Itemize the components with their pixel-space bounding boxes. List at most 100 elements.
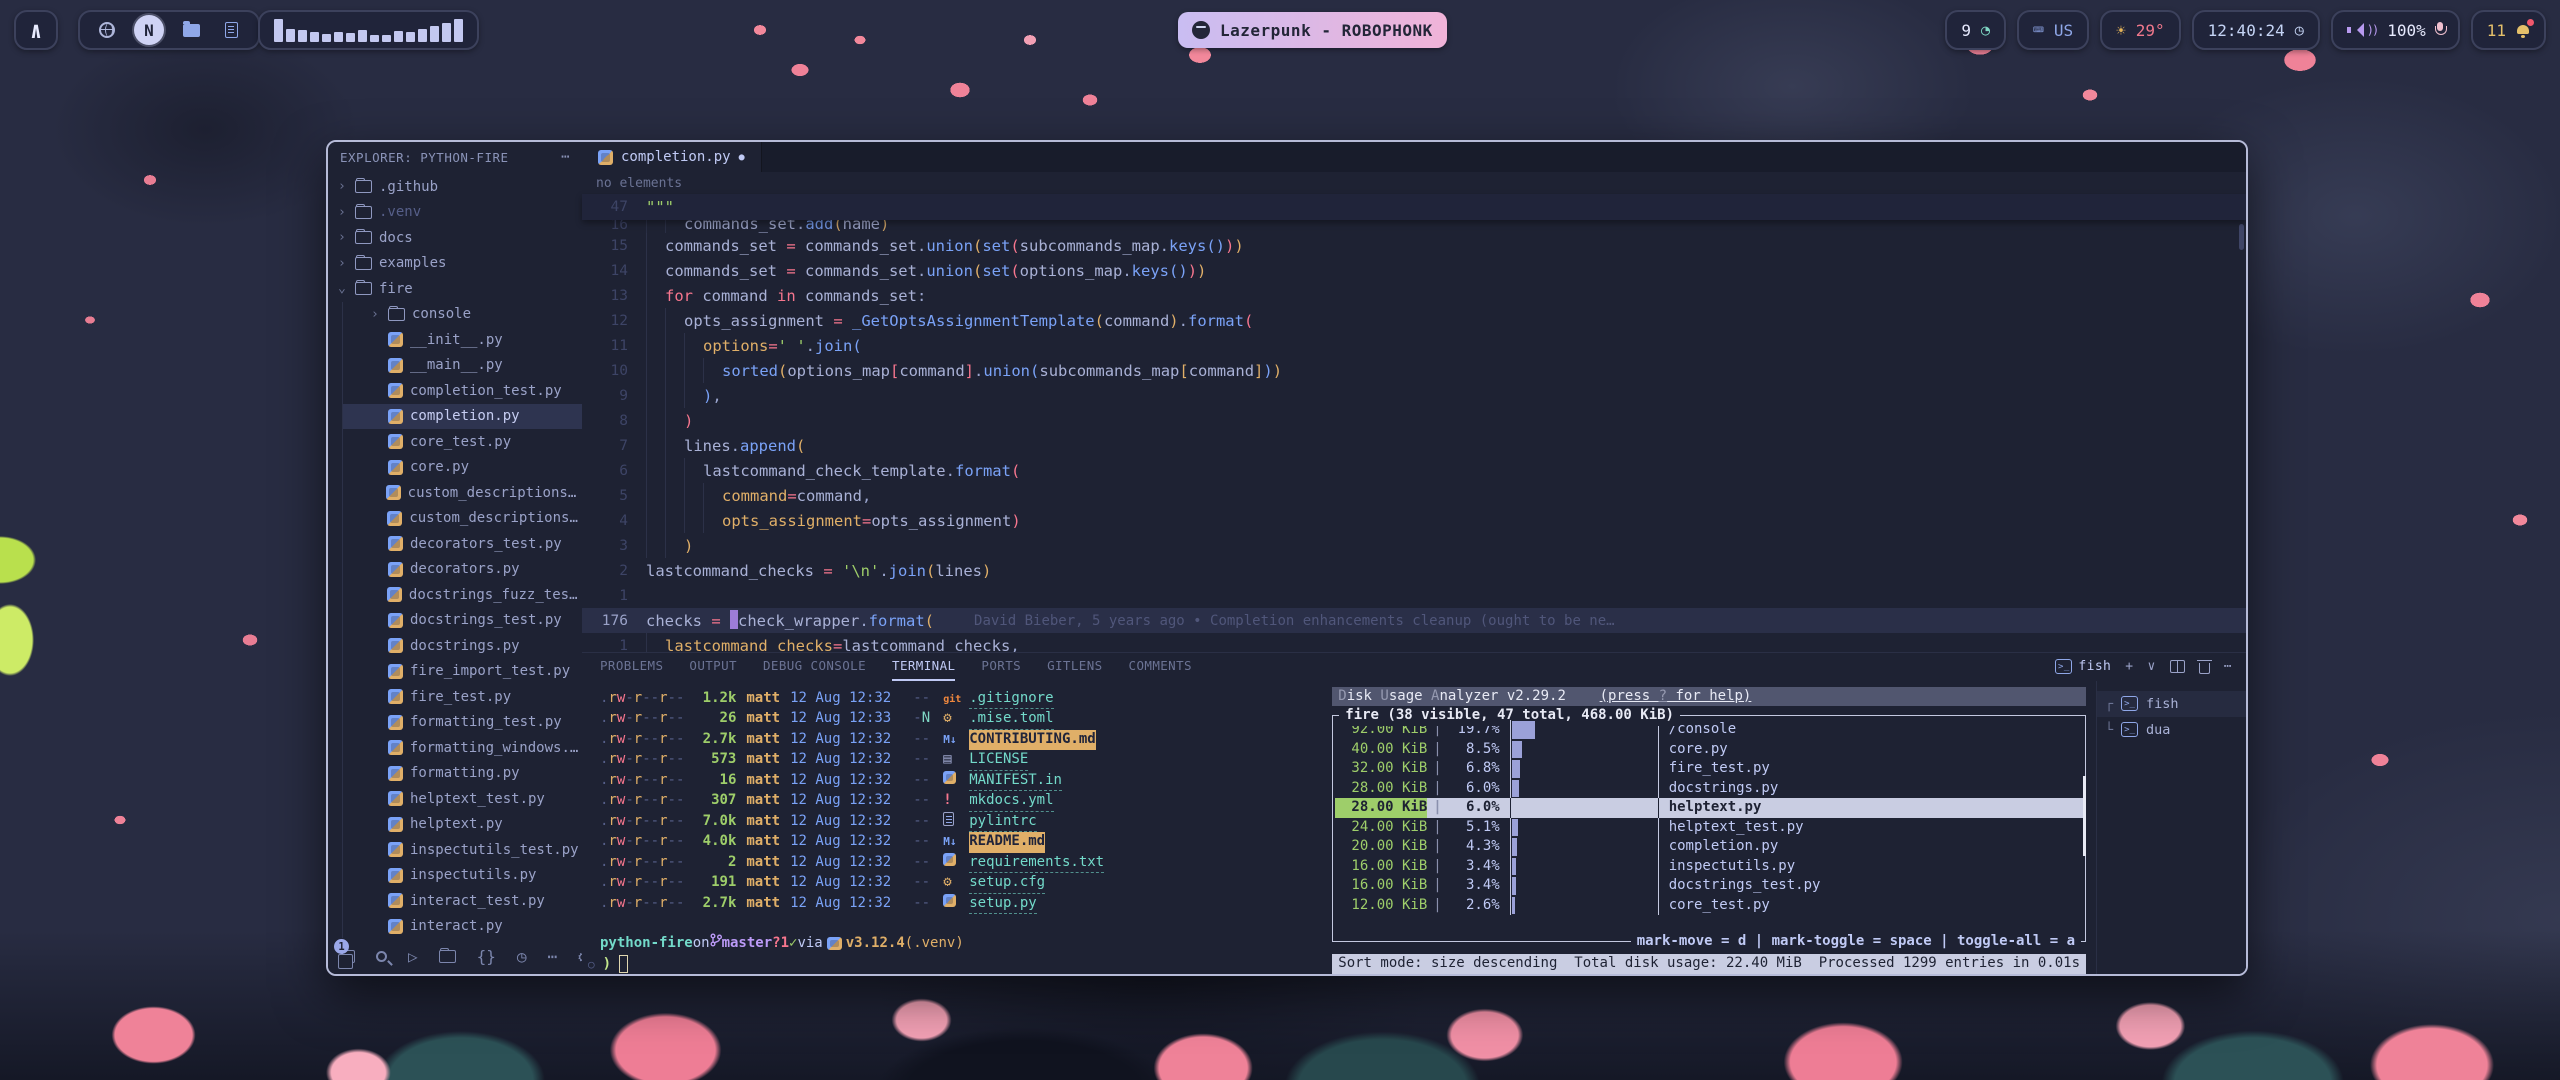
split-terminal-button[interactable] bbox=[2170, 660, 2185, 673]
updates-widget[interactable]: 9 ◔ bbox=[1945, 10, 2006, 50]
terminal-dropdown-button[interactable]: ∨ bbox=[2148, 659, 2156, 674]
tab-completion-py[interactable]: completion.py ● bbox=[582, 142, 762, 172]
code-line[interactable]: 16commands_set.add(name) bbox=[582, 220, 2246, 233]
app-browser-icon[interactable] bbox=[94, 17, 120, 43]
sidebar-item-completion_test.py[interactable]: completion_test.py bbox=[342, 378, 582, 404]
sidebar-item-inspectutils_test.py[interactable]: inspectutils_test.py bbox=[342, 837, 582, 863]
sidebar-item-__main__.py[interactable]: __main__.py bbox=[342, 353, 582, 379]
panel-more-button[interactable]: ⋯ bbox=[2224, 659, 2232, 674]
breadcrumb[interactable]: no elements bbox=[582, 172, 2246, 194]
code-area[interactable]: 16commands_set.add(name)15commands_set =… bbox=[582, 220, 2246, 652]
terminal-output[interactable]: .rw-r--r--1.2kmatt12 Aug 12:32--git.giti… bbox=[582, 681, 1326, 975]
dua-row-docstrings.py[interactable]: 28.00 KiB|6.0%docstrings.py bbox=[1335, 779, 2083, 799]
sidebar-item-docstrings_fuzz_test.py[interactable]: docstrings_fuzz_test.py bbox=[342, 582, 582, 608]
sidebar-item-docstrings_test.py[interactable]: docstrings_test.py bbox=[342, 608, 582, 634]
sidebar-item-docstrings.py[interactable]: docstrings.py bbox=[342, 633, 582, 659]
sidebar-item-core_test.py[interactable]: core_test.py bbox=[342, 429, 582, 455]
code-line[interactable]: 1lastcommand_checks=lastcommand_checks, bbox=[582, 633, 2246, 652]
code-line[interactable]: 14commands_set = commands_set.union(set(… bbox=[582, 258, 2246, 283]
dua-row-core.py[interactable]: 40.00 KiB|8.5%core.py bbox=[1335, 740, 2083, 760]
launcher-button[interactable]: ∧ bbox=[14, 10, 58, 50]
code-line[interactable]: 8) bbox=[582, 408, 2246, 433]
sidebar-item-examples[interactable]: ›examples bbox=[328, 251, 582, 277]
code-line[interactable]: 3) bbox=[582, 533, 2246, 558]
panel-tab-ports[interactable]: PORTS bbox=[981, 653, 1021, 681]
code-line[interactable]: 4opts_assignment=opts_assignment) bbox=[582, 508, 2246, 533]
sidebar-item-fire_import_test.py[interactable]: fire_import_test.py bbox=[342, 659, 582, 685]
code-line[interactable]: 2lastcommand_checks = '\n'.join(lines) bbox=[582, 558, 2246, 583]
sidebar-item-decorators_test.py[interactable]: decorators_test.py bbox=[342, 531, 582, 557]
clock-widget[interactable]: 12:40:24 ◷ bbox=[2192, 10, 2320, 50]
dua-row-fire_test.py[interactable]: 32.00 KiB|6.8%fire_test.py bbox=[1335, 759, 2083, 779]
dua-row-completion.py[interactable]: 20.00 KiB|4.3%completion.py bbox=[1335, 837, 2083, 857]
code-line[interactable]: 6lastcommand_check_template.format( bbox=[582, 458, 2246, 483]
app-notes-icon[interactable]: N bbox=[134, 15, 164, 45]
keyboard-layout-widget[interactable]: ⌨ US bbox=[2017, 10, 2089, 50]
activity-search-button[interactable] bbox=[376, 946, 387, 966]
code-line[interactable]: 10sorted(options_map[command].union(subc… bbox=[582, 358, 2246, 383]
sticky-line[interactable]: 47""" bbox=[582, 195, 674, 220]
sidebar-item-interact_test.py[interactable]: interact_test.py bbox=[342, 888, 582, 914]
dua-disk-usage[interactable]: Disk Usage Analyzer v2.29.2 (press ? for… bbox=[1326, 681, 2096, 975]
now-playing-widget[interactable]: Lazerpunk - ROBOPHONK bbox=[1178, 12, 1447, 48]
app-files-icon[interactable] bbox=[178, 17, 204, 43]
panel-tab-output[interactable]: OUTPUT bbox=[689, 653, 737, 681]
sidebar-item-fire[interactable]: ⌄fire bbox=[328, 276, 582, 302]
sidebar-item-custom_descriptions.py[interactable]: custom_descriptions.py bbox=[342, 506, 582, 532]
dua-row-docstrings_test.py[interactable]: 16.00 KiB|3.4%docstrings_test.py bbox=[1335, 876, 2083, 896]
sidebar-item-custom_descriptions_test.py[interactable]: custom_descriptions_test.py bbox=[342, 480, 582, 506]
terminal-list-item-fish[interactable]: ┌>_fish bbox=[2097, 691, 2246, 717]
code-line[interactable]: 11options=' '.join( bbox=[582, 333, 2246, 358]
sidebar-item-fire_test.py[interactable]: fire_test.py bbox=[342, 684, 582, 710]
code-line[interactable]: 1 bbox=[582, 583, 2246, 608]
sidebar-item-docs[interactable]: ›docs bbox=[328, 225, 582, 251]
panel-tab-terminal[interactable]: TERMINAL bbox=[892, 653, 955, 681]
panel-tab-comments[interactable]: COMMENTS bbox=[1129, 653, 1192, 681]
notifications-widget[interactable]: 11 bbox=[2471, 10, 2546, 50]
sidebar-item-helptext_test.py[interactable]: helptext_test.py bbox=[342, 786, 582, 812]
sidebar-item-inspectutils.py[interactable]: inspectutils.py bbox=[342, 863, 582, 889]
code-line[interactable]: 15commands_set = commands_set.union(set(… bbox=[582, 233, 2246, 258]
sidebar-item-.venv[interactable]: ›.venv bbox=[328, 200, 582, 226]
dua-row-core_test.py[interactable]: 12.00 KiB|2.6%core_test.py bbox=[1335, 896, 2083, 916]
code-line[interactable]: 12opts_assignment = _GetOptsAssignmentTe… bbox=[582, 308, 2246, 333]
app-documents-icon[interactable] bbox=[218, 17, 244, 43]
dua-row-helptext.py[interactable]: 28.00 KiB|6.0%helptext.py bbox=[1335, 798, 2083, 818]
editor-pane[interactable]: no elements 47""" 16commands_set.add(nam… bbox=[582, 172, 2246, 974]
sidebar-item-helptext.py[interactable]: helptext.py bbox=[342, 812, 582, 838]
sidebar-item-formatting_test.py[interactable]: formatting_test.py bbox=[342, 710, 582, 736]
activity-run-debug-button[interactable]: ▷ bbox=[408, 946, 418, 966]
activity-history-button[interactable]: ◷ bbox=[517, 946, 527, 966]
panel-tab-gitlens[interactable]: GITLENS bbox=[1047, 653, 1102, 681]
sidebar-item-decorators.py[interactable]: decorators.py bbox=[342, 557, 582, 583]
kill-terminal-button[interactable] bbox=[2199, 663, 2210, 674]
sidebar-item-core.py[interactable]: core.py bbox=[342, 455, 582, 481]
activity-explorer-button[interactable]: 1 bbox=[342, 946, 355, 966]
activity-extensions-button[interactable]: {} bbox=[477, 946, 496, 966]
sidebar-item-completion.py[interactable]: completion.py bbox=[342, 404, 582, 430]
dua-row-helptext_test.py[interactable]: 24.00 KiB|5.1%helptext_test.py bbox=[1335, 818, 2083, 838]
code-line[interactable]: 13for command in commands_set: bbox=[582, 283, 2246, 308]
panel-tab-problems[interactable]: PROBLEMS bbox=[600, 653, 663, 681]
activity-more-button[interactable]: ⋯ bbox=[548, 946, 558, 966]
shell-prompt-input[interactable]: ○) bbox=[600, 955, 1326, 975]
code-line[interactable]: 9), bbox=[582, 383, 2246, 408]
sidebar-item-formatting_windows.py[interactable]: formatting_windows.py bbox=[342, 735, 582, 761]
new-terminal-button[interactable]: + bbox=[2125, 659, 2133, 674]
code-line[interactable]: 176checks = check_wrapper.format(David B… bbox=[582, 608, 2246, 633]
sidebar-item-console[interactable]: ›console bbox=[342, 302, 582, 328]
sticky-scroll-line[interactable]: 47""" bbox=[582, 194, 2246, 220]
code-line[interactable]: 5command=command, bbox=[582, 483, 2246, 508]
weather-widget[interactable]: ☀ 29° bbox=[2100, 10, 2181, 50]
sidebar-item-__init__.py[interactable]: __init__.py bbox=[342, 327, 582, 353]
dua-row-inspectutils.py[interactable]: 16.00 KiB|3.4%inspectutils.py bbox=[1335, 857, 2083, 877]
shell-indicator[interactable]: >_fish bbox=[2055, 659, 2111, 674]
dua-scrollbar[interactable] bbox=[2083, 776, 2086, 856]
sidebar-item-interact.py[interactable]: interact.py bbox=[342, 914, 582, 939]
code-line[interactable]: 7lines.append( bbox=[582, 433, 2246, 458]
terminal-list-item-dua[interactable]: └>_dua bbox=[2097, 717, 2246, 743]
audio-widget[interactable]: )) 100% bbox=[2331, 10, 2460, 50]
explorer-more-button[interactable]: ⋯ bbox=[561, 149, 570, 165]
sidebar-item-.github[interactable]: ›.github bbox=[328, 174, 582, 200]
sidebar-item-formatting.py[interactable]: formatting.py bbox=[342, 761, 582, 787]
